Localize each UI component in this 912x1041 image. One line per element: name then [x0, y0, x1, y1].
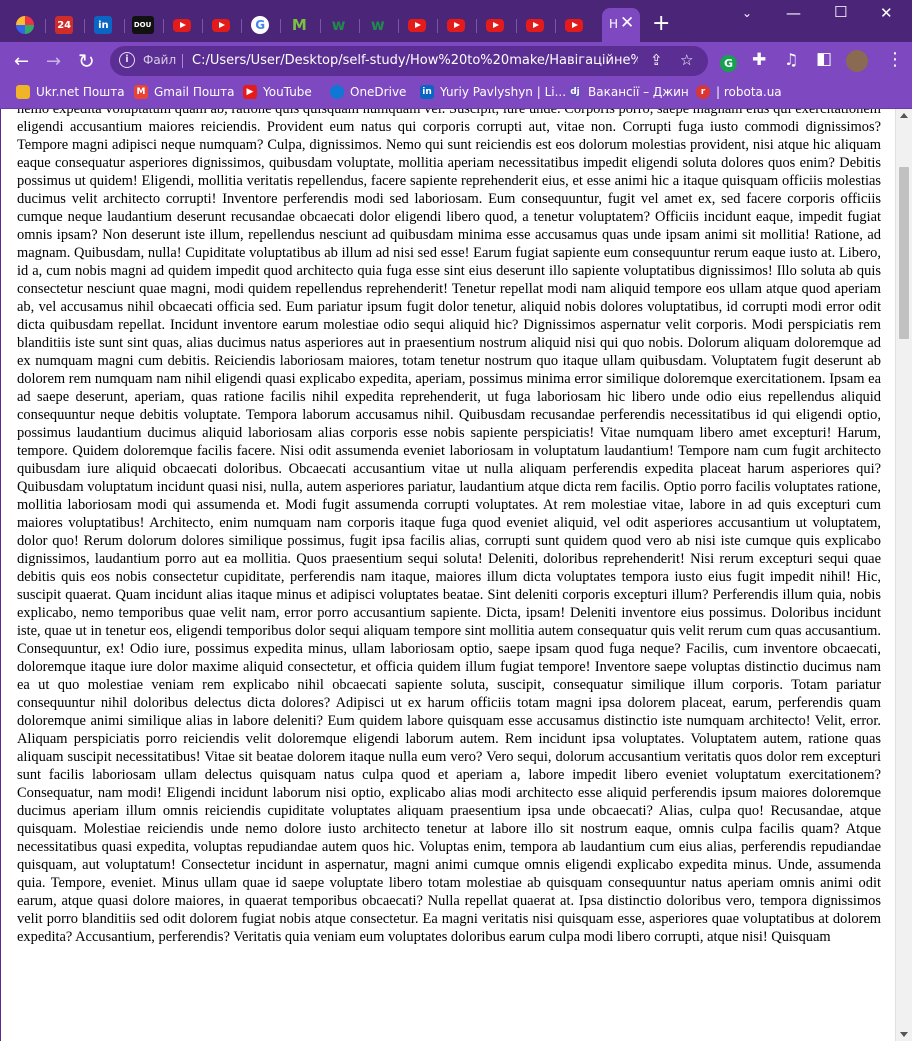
tab-linkedin-2[interactable]: in — [88, 10, 118, 40]
onedrive-icon — [330, 85, 344, 99]
youtube-icon — [408, 18, 426, 32]
tab-google-6[interactable]: G — [245, 10, 275, 40]
url-text[interactable]: C:/Users/User/Desktop/self-study/How%20t… — [192, 53, 638, 68]
tab-news24-1[interactable]: 24 — [49, 10, 79, 40]
active-tab[interactable]: H ✕ — [602, 8, 640, 42]
bookmark-djinni[interactable]: dj Вакансії – Джин — [568, 85, 689, 99]
profile-avatar[interactable] — [846, 50, 868, 72]
tab-separator — [319, 19, 321, 33]
ukrnet-icon — [16, 85, 30, 99]
bookmark-ukrnet[interactable]: Ukr.net Пошта — [16, 85, 125, 99]
address-bar[interactable]: i Файл C:/Users/User/Desktop/self-study/… — [110, 46, 708, 76]
bookmark-star-icon[interactable]: ☆ — [680, 51, 693, 69]
youtube-icon — [212, 18, 230, 32]
forward-button[interactable]: → — [46, 51, 61, 72]
youtube-icon — [486, 18, 505, 32]
tab-separator — [515, 19, 517, 33]
robota-icon: r — [696, 85, 710, 99]
bookmark-gmail[interactable]: M Gmail Пошта — [134, 85, 235, 99]
close-tab-icon[interactable]: ✕ — [620, 13, 634, 33]
linkedin-icon: in — [94, 16, 113, 34]
vertical-scrollbar[interactable] — [895, 109, 912, 1041]
tab-separator — [280, 19, 282, 33]
scheme-label: Файл — [143, 53, 177, 67]
side-panel-icon[interactable]: ◧ — [816, 49, 832, 69]
dou-icon: DOU — [131, 16, 154, 34]
bookmark-linkedin[interactable]: in Yuriy Pavlyshyn | Li... — [420, 85, 566, 99]
minimize-button[interactable]: — — [786, 4, 801, 22]
pinwheel-icon — [16, 16, 34, 34]
youtube-icon — [447, 18, 466, 32]
tab-separator — [398, 19, 399, 33]
youtube-icon — [172, 18, 191, 32]
gmail-icon: M — [134, 85, 148, 99]
tab-separator — [123, 19, 125, 33]
tab-strip: 24 in DOU G Mw w H ✕ + ⌄ — ☐ ✕ — [0, 0, 912, 42]
tab-youtube-11[interactable] — [441, 10, 471, 40]
w-logo-icon: w — [370, 16, 385, 34]
tab-youtube-5[interactable] — [206, 10, 236, 40]
youtube-icon — [525, 18, 544, 32]
tab-dou-3[interactable]: DOU — [128, 10, 158, 40]
menu-kebab-icon[interactable]: ⋮ — [886, 49, 904, 70]
scroll-thumb[interactable] — [899, 167, 909, 339]
tab-separator — [437, 19, 439, 33]
back-button[interactable]: ← — [14, 51, 29, 72]
scroll-down-arrow-icon[interactable] — [900, 1032, 908, 1037]
linkedin-icon: in — [420, 85, 434, 99]
site-info-icon[interactable]: i — [119, 52, 135, 68]
grammarly-extension-icon[interactable]: G — [720, 52, 737, 72]
active-tab-title: H — [609, 17, 619, 31]
tab-separator — [84, 19, 86, 33]
w-logo-icon: w — [331, 16, 346, 34]
close-window-button[interactable]: ✕ — [880, 4, 893, 22]
tab-youtube-13[interactable] — [520, 10, 550, 40]
tab-separator — [358, 19, 360, 33]
omnibox-divider — [182, 54, 183, 68]
scroll-up-arrow-icon[interactable] — [900, 113, 908, 118]
tab-m-logo-7[interactable]: M — [284, 10, 314, 40]
extensions-puzzle-icon[interactable]: ✚ — [752, 50, 766, 70]
media-control-icon[interactable]: ♫ — [784, 50, 798, 69]
tab-separator — [476, 19, 478, 33]
bookmarks-bar: Ukr.net Пошта M Gmail Пошта ▶ YouTube OneD… — [0, 80, 912, 109]
tab-w-logo-8[interactable]: w — [324, 10, 354, 40]
lorem-paragraph: nemo expedita voluptatum quam ab, ration… — [17, 109, 881, 945]
tab-separator — [202, 19, 203, 33]
tab-separator — [162, 19, 164, 33]
share-icon[interactable]: ⇪ — [650, 51, 663, 69]
tab-separator — [554, 19, 556, 33]
reload-button[interactable]: ↻ — [78, 49, 95, 73]
bookmark-youtube[interactable]: ▶ YouTube — [243, 85, 312, 99]
tab-youtube-4[interactable] — [167, 10, 197, 40]
tab-w-logo-9[interactable]: w — [363, 10, 393, 40]
m-logo-icon: M — [291, 16, 307, 34]
youtube-icon: ▶ — [243, 85, 257, 99]
bookmark-robota[interactable]: r | robota.ua — [696, 85, 782, 99]
tab-youtube-10[interactable] — [402, 10, 432, 40]
tab-pinwheel-0[interactable] — [10, 10, 40, 40]
tab-separator — [45, 19, 47, 33]
new-tab-button[interactable]: + — [652, 11, 670, 36]
youtube-icon — [564, 18, 583, 32]
page-viewport: nemo expedita voluptatum quam ab, ration… — [0, 109, 895, 1041]
djinni-icon: dj — [568, 85, 582, 99]
tab-youtube-14[interactable] — [559, 10, 589, 40]
news24-icon: 24 — [55, 16, 74, 34]
tab-youtube-12[interactable] — [480, 10, 510, 40]
tab-separator — [241, 19, 243, 33]
maximize-button[interactable]: ☐ — [834, 3, 847, 21]
browser-toolbar: ← → ↻ i Файл C:/Users/User/Desktop/self-… — [0, 42, 912, 80]
google-icon: G — [251, 16, 270, 34]
bookmark-onedrive[interactable]: OneDrive — [330, 85, 406, 99]
tab-search-chevron-icon[interactable]: ⌄ — [742, 6, 752, 20]
